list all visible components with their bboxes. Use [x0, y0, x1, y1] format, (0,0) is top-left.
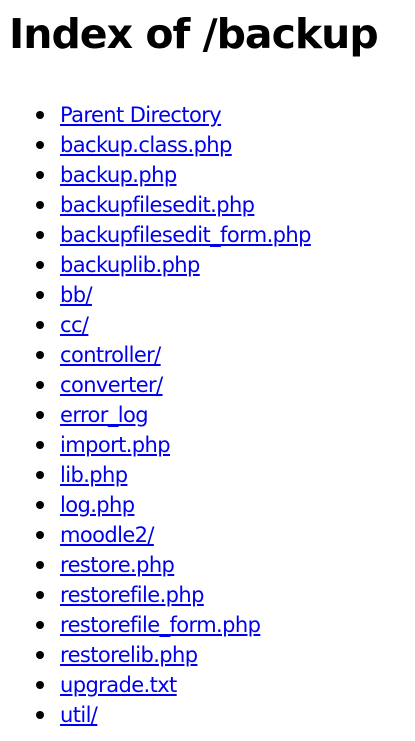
file-listing: Parent Directory backup.class.php backup…	[0, 100, 311, 730]
bullet-icon	[36, 261, 44, 269]
bullet-icon	[36, 411, 44, 419]
bullet-icon	[36, 651, 44, 659]
list-item: restore.php	[0, 550, 311, 580]
file-link[interactable]: restorelib.php	[60, 643, 198, 667]
list-item: backup.class.php	[0, 130, 311, 160]
bullet-icon	[36, 441, 44, 449]
folder-link[interactable]: moodle2/	[60, 523, 154, 547]
list-item: controller/	[0, 340, 311, 370]
folder-link[interactable]: cc/	[60, 313, 89, 337]
file-link[interactable]: backupfilesedit.php	[60, 193, 255, 217]
bullet-icon	[36, 141, 44, 149]
file-link[interactable]: backup.class.php	[60, 133, 232, 157]
bullet-icon	[36, 171, 44, 179]
bullet-icon	[36, 621, 44, 629]
list-item: restorefile_form.php	[0, 610, 311, 640]
page-title: Index of /backup	[9, 10, 379, 58]
file-link[interactable]: backupfilesedit_form.php	[60, 223, 311, 247]
list-item: restorelib.php	[0, 640, 311, 670]
bullet-icon	[36, 381, 44, 389]
folder-link[interactable]: bb/	[60, 283, 93, 307]
bullet-icon	[36, 471, 44, 479]
bullet-icon	[36, 321, 44, 329]
bullet-icon	[36, 501, 44, 509]
file-link[interactable]: error_log	[60, 403, 149, 427]
list-item: restorefile.php	[0, 580, 311, 610]
file-link[interactable]: restorefile.php	[60, 583, 204, 607]
file-link[interactable]: backup.php	[60, 163, 177, 187]
bullet-icon	[36, 591, 44, 599]
list-item: cc/	[0, 310, 311, 340]
file-link[interactable]: restorefile_form.php	[60, 613, 261, 637]
file-link[interactable]: lib.php	[60, 463, 128, 487]
list-item: backuplib.php	[0, 250, 311, 280]
parent-directory-link[interactable]: Parent Directory	[60, 103, 222, 127]
list-item: log.php	[0, 490, 311, 520]
folder-link[interactable]: converter/	[60, 373, 163, 397]
directory-index-page: Index of /backup Parent Directory backup…	[0, 0, 415, 741]
file-link[interactable]: restore.php	[60, 553, 175, 577]
list-item: bb/	[0, 280, 311, 310]
folder-link[interactable]: util/	[60, 703, 98, 727]
file-link[interactable]: log.php	[60, 493, 135, 517]
list-item: util/	[0, 700, 311, 730]
bullet-icon	[36, 291, 44, 299]
list-item: converter/	[0, 370, 311, 400]
bullet-icon	[36, 351, 44, 359]
list-item: import.php	[0, 430, 311, 460]
list-item: backupfilesedit.php	[0, 190, 311, 220]
bullet-icon	[36, 561, 44, 569]
list-item: backup.php	[0, 160, 311, 190]
bullet-icon	[36, 111, 44, 119]
file-link[interactable]: upgrade.txt	[60, 673, 177, 697]
list-item: error_log	[0, 400, 311, 430]
file-link[interactable]: import.php	[60, 433, 171, 457]
file-link[interactable]: backuplib.php	[60, 253, 200, 277]
bullet-icon	[36, 201, 44, 209]
bullet-icon	[36, 711, 44, 719]
list-item: backupfilesedit_form.php	[0, 220, 311, 250]
list-item: lib.php	[0, 460, 311, 490]
bullet-icon	[36, 681, 44, 689]
folder-link[interactable]: controller/	[60, 343, 161, 367]
bullet-icon	[36, 231, 44, 239]
list-item: moodle2/	[0, 520, 311, 550]
list-item: upgrade.txt	[0, 670, 311, 700]
list-item: Parent Directory	[0, 100, 311, 130]
bullet-icon	[36, 531, 44, 539]
